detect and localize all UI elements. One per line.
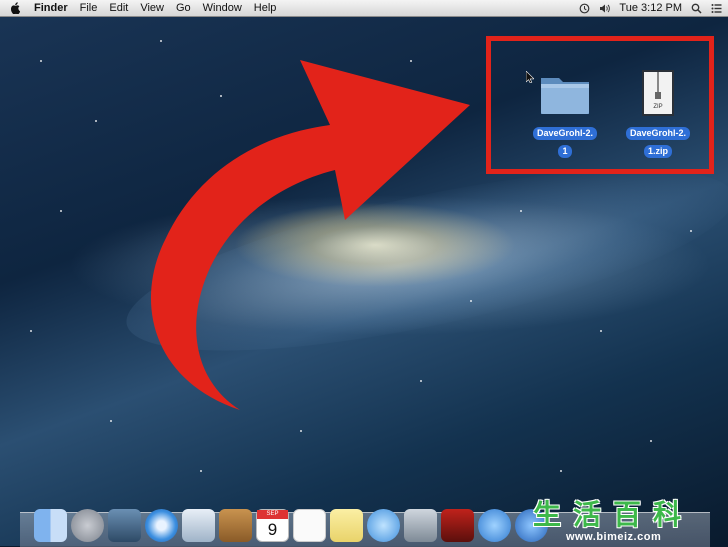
desktop-item-label: 1 — [558, 145, 572, 158]
zip-file-icon: ZIP — [642, 70, 674, 116]
spotlight-icon[interactable] — [691, 3, 702, 14]
watermark-text: 生 活 百 科 — [528, 498, 686, 532]
folder-icon — [541, 78, 589, 114]
desktop-folder-davegrohl[interactable]: DaveGrohl-2. 1 — [530, 68, 600, 159]
watermark-char: 百 — [612, 499, 641, 530]
desktop-item-label: DaveGrohl-2. — [532, 127, 598, 140]
launchpad-icon[interactable] — [71, 509, 104, 542]
menu-app-name[interactable]: Finder — [28, 0, 74, 16]
menu-help[interactable]: Help — [248, 0, 283, 16]
notes-icon[interactable] — [330, 509, 363, 542]
mission-control-icon[interactable] — [108, 509, 141, 542]
itunes-icon[interactable] — [478, 509, 511, 542]
arrow-body — [150, 60, 470, 410]
menu-clock[interactable]: Tue 3:12 PM — [619, 2, 682, 14]
watermark-url: www.bimeiz.com — [566, 531, 662, 543]
apple-icon[interactable] — [10, 2, 20, 14]
mail-icon[interactable] — [182, 509, 215, 542]
time-machine-icon[interactable] — [579, 3, 590, 14]
menu-view[interactable]: View — [134, 0, 170, 16]
menu-bar: Finder File Edit View Go Window Help Tue… — [0, 0, 728, 17]
calendar-day: 9 — [267, 520, 278, 539]
zip-badge: ZIP — [653, 104, 662, 110]
menu-window[interactable]: Window — [197, 0, 248, 16]
reminders-icon[interactable] — [293, 509, 326, 542]
desktop-zip-davegrohl[interactable]: ZIP DaveGrohl-2. 1.zip — [623, 68, 693, 159]
volume-icon[interactable] — [599, 3, 611, 14]
calendar-month: SEP — [257, 510, 288, 519]
watermark: 生 活 百 科 www.bimeiz.com — [528, 498, 724, 544]
watermark-char: 活 — [572, 499, 601, 530]
calendar-icon[interactable]: SEP 9 — [256, 509, 289, 542]
menu-file[interactable]: File — [74, 0, 104, 16]
contacts-icon[interactable] — [219, 509, 252, 542]
safari-icon[interactable] — [145, 509, 178, 542]
notifications-icon[interactable] — [711, 3, 722, 14]
menu-go[interactable]: Go — [170, 0, 197, 16]
mouse-cursor-icon — [526, 71, 534, 83]
messages-icon[interactable] — [367, 509, 400, 542]
photo-booth-icon[interactable] — [441, 509, 474, 542]
finder-icon[interactable] — [34, 509, 67, 542]
desktop-item-label: 1.zip — [643, 145, 672, 158]
dock: SEP 9 — [34, 500, 548, 542]
desktop-item-label: DaveGrohl-2. — [625, 127, 691, 140]
menu-extras: Tue 3:12 PM — [579, 0, 722, 16]
facetime-icon[interactable] — [404, 509, 437, 542]
watermark-char: 科 — [652, 499, 681, 530]
watermark-char: 生 — [532, 499, 561, 530]
menu-edit[interactable]: Edit — [103, 0, 134, 16]
